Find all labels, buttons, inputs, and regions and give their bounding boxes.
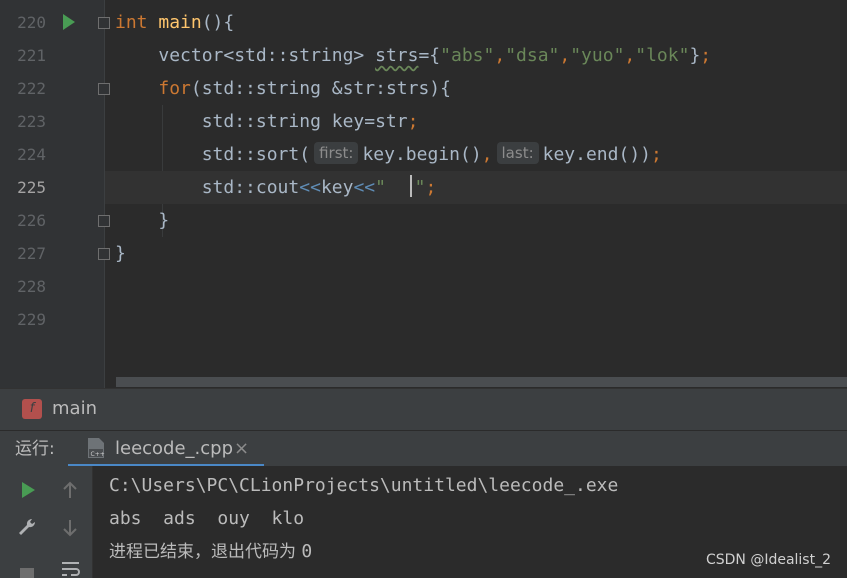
code-text: key [320, 177, 354, 198]
semicolon: ; [651, 144, 662, 165]
code-line-220: int main(){ [105, 6, 847, 39]
comma: , [481, 144, 493, 165]
console-exe-path: C:\Users\PC\CLionProjects\untitled\leeco… [109, 475, 619, 496]
up-arrow-icon[interactable] [60, 480, 80, 500]
line-numbers: 220 221 222 223 224 225 226 227 228 229 [0, 6, 52, 336]
line-number: 224 [17, 145, 46, 164]
line-number: 228 [17, 277, 46, 296]
string-literal: "lok" [635, 45, 690, 66]
wrench-icon[interactable] [16, 516, 38, 538]
code-line-226: } [105, 204, 847, 237]
variable-name: strs [375, 45, 419, 66]
operator: << [299, 177, 321, 198]
code-text: std::string key=str [201, 111, 408, 132]
breadcrumb-label[interactable]: main [52, 397, 97, 421]
line-number: 223 [17, 112, 46, 131]
close-icon[interactable]: × [234, 437, 249, 461]
code-line-225: std::cout<<key<<" "; [105, 171, 847, 204]
code-text: key.end()) [542, 144, 651, 165]
line-number: 221 [17, 46, 46, 65]
code-text: (std::string &str:strs){ [190, 78, 451, 99]
line-number: 226 [17, 211, 46, 230]
svg-text:C++: C++ [91, 451, 105, 458]
run-tab-title: leecode_.cpp [115, 438, 234, 459]
exit-text: 进程已结束，退出代码为 [109, 542, 302, 562]
semicolon: ; [700, 45, 712, 66]
rerun-icon[interactable] [18, 480, 38, 500]
editor-gutter[interactable]: 220 221 222 223 224 225 226 227 228 229 [0, 0, 110, 388]
code-line-224: std::sort(first: key.begin(), last: key.end… [105, 138, 847, 171]
operator: << [353, 177, 376, 198]
function-name: main [158, 12, 202, 33]
comma: , [559, 45, 571, 66]
run-tab-leecode[interactable]: C++ leecode_.cpp × [68, 431, 264, 467]
cpp-file-icon: C++ [88, 438, 105, 458]
run-toolbar [0, 466, 93, 578]
run-panel-label: 运行: [15, 439, 55, 459]
watermark: CSDN @Idealist_2 [705, 552, 831, 568]
line-number: 229 [17, 310, 46, 329]
keyword: int [115, 12, 148, 33]
code-line-221: vector<std::string> strs={"abs","dsa","y… [105, 39, 847, 72]
code-text: ={ [418, 45, 441, 66]
code-editor[interactable]: 220 221 222 223 224 225 226 227 228 229 … [0, 0, 847, 388]
breadcrumb[interactable]: f main [0, 388, 847, 431]
soft-wrap-icon[interactable] [60, 560, 82, 578]
function-icon: f [22, 399, 42, 419]
console-program-output: abs ads ouy klo [109, 508, 305, 529]
string-literal: "dsa" [505, 45, 560, 66]
line-number: 220 [17, 13, 46, 32]
code-area[interactable]: int main(){ vector<std::string> strs={"a… [105, 6, 847, 336]
stop-icon[interactable] [18, 566, 36, 578]
code-text: key.begin() [362, 144, 482, 165]
code-text: vector<std::string> [158, 45, 376, 66]
string-literal: "yuo" [570, 45, 625, 66]
keyword: for [158, 78, 191, 99]
code-line-222: for(std::string &str:strs){ [105, 72, 847, 105]
down-arrow-icon[interactable] [60, 518, 80, 538]
comma: , [494, 45, 506, 66]
horizontal-scrollbar[interactable] [116, 377, 847, 387]
code-text: std::cout [201, 177, 300, 198]
string-literal: " [375, 177, 408, 198]
string-literal: "abs" [440, 45, 495, 66]
semicolon: ; [425, 177, 437, 198]
semicolon: ; [407, 111, 419, 132]
string-literal: " [414, 177, 426, 198]
parameter-hint-last: last: [496, 142, 539, 164]
text-caret [409, 175, 412, 197]
console-exit-message: 进程已结束，退出代码为 0 [109, 540, 312, 564]
run-panel-header: 运行: C++ leecode_.cpp × [0, 430, 847, 467]
code-line-223: std::string key=str; [105, 105, 847, 138]
exit-code: 0 [301, 541, 313, 562]
code-text: } [689, 45, 701, 66]
line-number-active: 225 [17, 178, 46, 197]
line-number: 227 [17, 244, 46, 263]
comma: , [624, 45, 636, 66]
code-line-227: } [105, 237, 847, 270]
code-text: } [115, 243, 126, 264]
line-number: 222 [17, 79, 46, 98]
code-text: } [158, 210, 170, 231]
code-text: std::sort( [201, 144, 311, 165]
code-text: (){ [201, 12, 235, 33]
parameter-hint-first: first: [314, 142, 359, 164]
run-triangle-icon[interactable] [63, 14, 75, 30]
